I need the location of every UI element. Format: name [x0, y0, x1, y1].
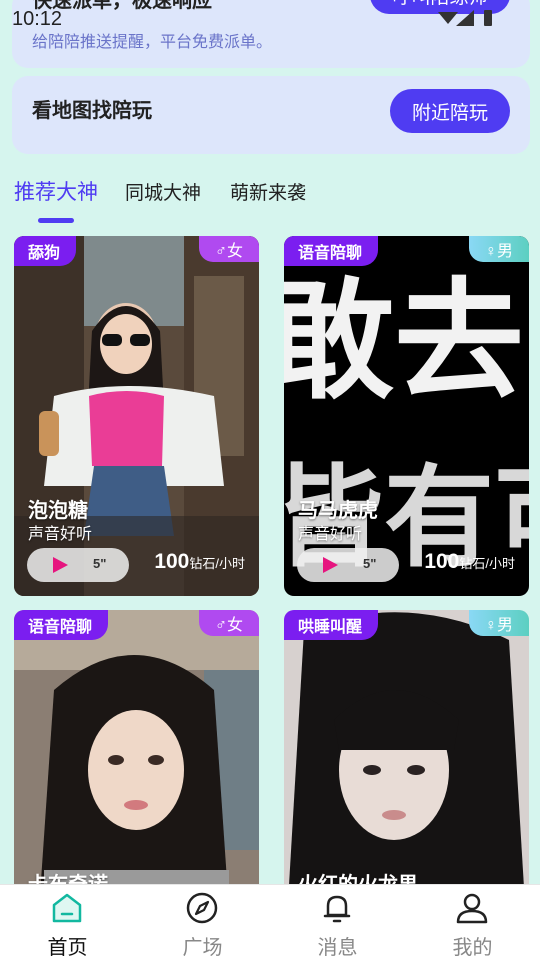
status-time: 10:12	[12, 8, 63, 30]
nav-label: 我的	[452, 937, 493, 959]
card-tag: 语音陪聊	[284, 236, 379, 266]
companion-card[interactable]: 舔狗 ♂女 泡泡糖 声音好听 5" 100钻石/小时	[14, 236, 259, 596]
map-title: 看地图找陪玩	[32, 100, 152, 122]
nav-messages[interactable]: 消息	[270, 885, 405, 960]
gender-badge: ♂女	[199, 236, 259, 262]
companion-name: 马马虎虎	[298, 500, 378, 522]
gender-badge: ♀男	[469, 610, 529, 636]
category-tabs: 推荐大神 同城大神 萌新来袭	[0, 172, 540, 223]
nav-label: 消息	[317, 937, 358, 959]
card-tag: 语音陪聊	[14, 610, 109, 640]
svg-text:敢去: 敢去	[284, 265, 524, 417]
price-unit: 钻石/小时	[459, 556, 515, 571]
tab-indicator	[38, 218, 74, 223]
nearby-companion-button[interactable]: 附近陪玩	[390, 89, 510, 133]
nav-profile[interactable]: 我的	[405, 885, 540, 960]
map-banner: 看地图找陪玩 附近陪玩	[12, 76, 530, 154]
companion-card[interactable]: 敢去 皆有可 语音陪聊 ♀男 马马虎虎 声音好听 5" 100钻石/小时	[284, 236, 529, 596]
compass-icon	[186, 892, 218, 924]
voice-duration: 5"	[363, 556, 377, 571]
tab-newcomers[interactable]: 萌新来袭	[230, 178, 306, 205]
gender-badge: ♀男	[469, 236, 529, 262]
bell-icon	[323, 895, 351, 923]
voice-sample-button[interactable]: 5"	[27, 548, 129, 582]
tab-recommended[interactable]: 推荐大神	[14, 176, 98, 206]
gender-badge: ♂女	[199, 610, 259, 636]
nav-label: 广场	[182, 937, 223, 959]
price: 100钻石/小时	[154, 550, 245, 574]
signal-battery-icon	[438, 10, 492, 26]
tab-same-city[interactable]: 同城大神	[125, 178, 201, 205]
price-value: 100	[154, 550, 190, 573]
nav-label: 首页	[47, 937, 88, 959]
companion-desc: 声音好听	[298, 526, 363, 543]
price-value: 100	[424, 550, 460, 573]
voice-sample-button[interactable]: 5"	[297, 548, 399, 582]
voice-duration: 5"	[93, 556, 107, 571]
price: 100钻石/小时	[424, 550, 515, 574]
home-icon	[52, 893, 82, 923]
play-icon	[323, 557, 338, 573]
card-tag: 舔狗	[14, 236, 77, 266]
nav-square[interactable]: 广场	[135, 885, 270, 960]
status-bar: 10:12	[0, 0, 540, 36]
companion-desc: 声音好听	[28, 526, 93, 543]
nav-home[interactable]: 首页	[0, 885, 135, 960]
bottom-navigation: 首页 广场 消息 我的	[0, 884, 540, 960]
price-unit: 钻石/小时	[189, 556, 245, 571]
card-tag: 哄睡叫醒	[284, 610, 379, 640]
user-icon	[456, 893, 488, 924]
play-icon	[53, 557, 68, 573]
companion-name: 泡泡糖	[28, 500, 88, 522]
